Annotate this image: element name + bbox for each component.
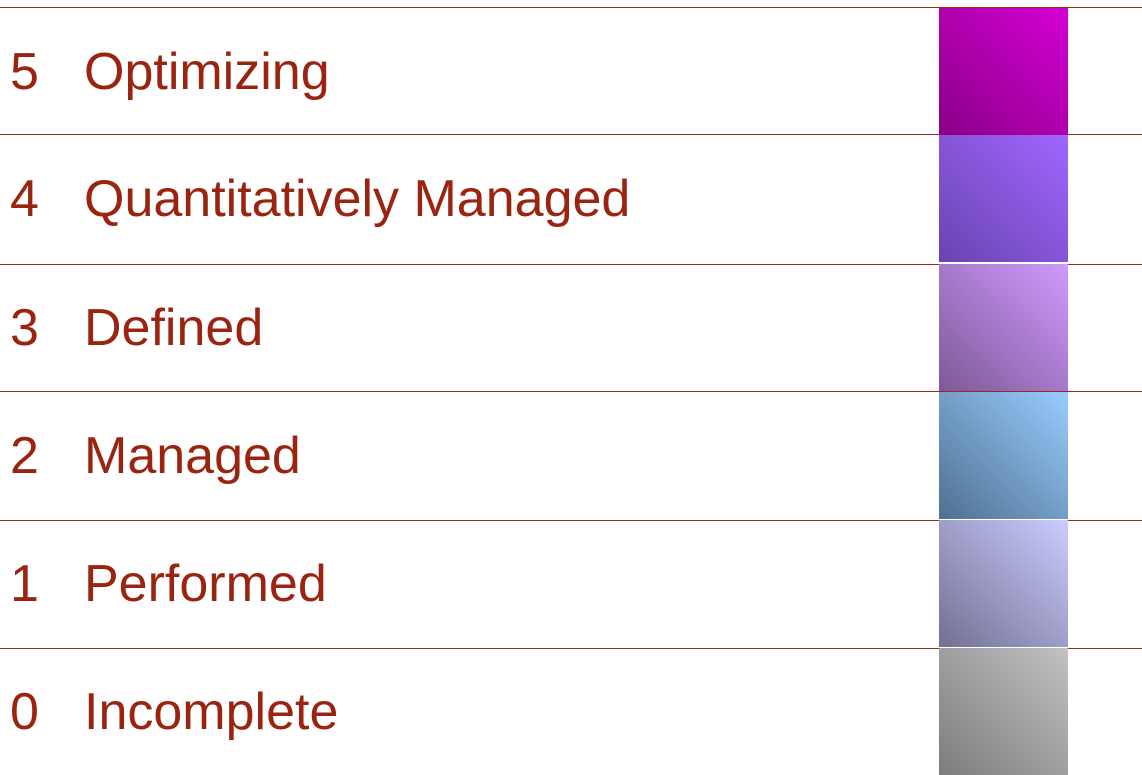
level-label: 5 Optimizing [10, 8, 330, 135]
level-color-swatch [939, 520, 1068, 647]
level-row-1: 1 Performed [0, 520, 1142, 647]
level-row-3: 3 Defined [0, 264, 1142, 391]
level-color-swatch [939, 264, 1068, 391]
level-number: 1 [10, 554, 39, 613]
level-color-swatch [939, 648, 1068, 775]
level-number: 0 [10, 682, 39, 741]
level-row-5: 5 Optimizing [0, 8, 1142, 135]
level-row-4: 4 Quantitatively Managed [0, 135, 1142, 262]
level-name: Defined [84, 298, 264, 357]
level-row-0: 0 Incomplete [0, 648, 1142, 775]
level-number: 5 [10, 42, 39, 101]
level-number: 3 [10, 298, 39, 357]
level-label: 4 Quantitatively Managed [10, 135, 630, 262]
level-name: Managed [84, 426, 301, 485]
level-label: 1 Performed [10, 520, 327, 647]
level-name: Performed [84, 554, 327, 613]
level-color-swatch [939, 135, 1068, 262]
level-label: 3 Defined [10, 264, 263, 391]
level-name: Incomplete [84, 682, 339, 741]
level-number: 2 [10, 426, 39, 485]
level-row-2: 2 Managed [0, 392, 1142, 519]
level-label: 0 Incomplete [10, 648, 338, 775]
level-number: 4 [10, 169, 39, 228]
level-name: Quantitatively Managed [84, 169, 631, 228]
level-color-swatch [939, 8, 1068, 135]
level-name: Optimizing [84, 42, 330, 101]
level-label: 2 Managed [10, 392, 301, 519]
capability-levels-diagram: 5 Optimizing 4 Quantitatively Managed 3 … [0, 0, 1142, 775]
level-color-swatch [939, 392, 1068, 519]
